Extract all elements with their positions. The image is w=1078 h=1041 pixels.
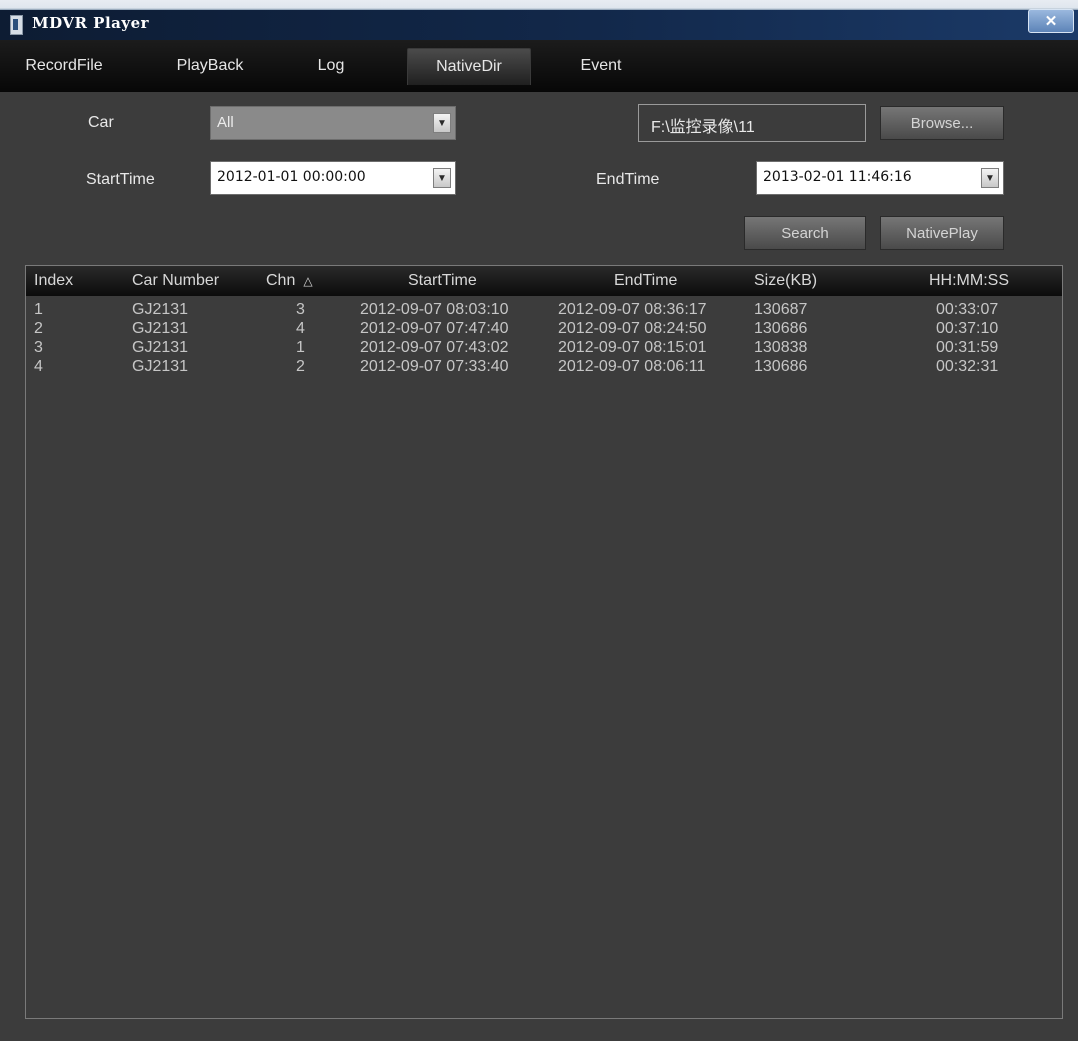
cell-size: 130838 bbox=[754, 339, 808, 356]
title-bar: MDVR Player ✕ bbox=[0, 0, 1078, 40]
browse-button[interactable]: Browse... bbox=[880, 106, 1004, 140]
tab-bar: RecordFile PlayBack Log NativeDir Event bbox=[0, 40, 1078, 92]
column-header-duration[interactable]: HH:MM:SS bbox=[929, 272, 1009, 290]
chevron-down-icon[interactable]: ▼ bbox=[433, 168, 451, 188]
column-header-endtime[interactable]: EndTime bbox=[614, 272, 677, 290]
end-time-label: EndTime bbox=[596, 171, 660, 188]
cell-size: 130686 bbox=[754, 358, 808, 375]
cell-duration: 00:31:59 bbox=[936, 339, 999, 356]
tab-nativedir[interactable]: NativeDir bbox=[407, 48, 531, 85]
cell-car-number: GJ2131 bbox=[132, 320, 189, 337]
cell-index: 3 bbox=[34, 339, 43, 356]
cell-start-time: 2012-09-07 07:43:02 bbox=[360, 339, 509, 356]
column-header-chn-label: Chn bbox=[266, 272, 296, 289]
close-icon: ✕ bbox=[1044, 13, 1058, 30]
cell-end-time: 2012-09-07 08:24:50 bbox=[558, 320, 707, 337]
column-header-starttime[interactable]: StartTime bbox=[408, 272, 477, 290]
cell-index: 4 bbox=[34, 358, 43, 375]
tab-playback[interactable]: PlayBack bbox=[160, 48, 260, 84]
cell-chn: 1 bbox=[296, 339, 305, 356]
cell-size: 130686 bbox=[754, 320, 808, 337]
cell-duration: 00:32:31 bbox=[936, 358, 999, 375]
car-select-value: All bbox=[217, 114, 234, 131]
cell-car-number: GJ2131 bbox=[132, 301, 189, 318]
column-header-index[interactable]: Index bbox=[34, 272, 73, 290]
directory-path-field[interactable]: F:\监控录像\11 bbox=[638, 104, 866, 142]
car-select[interactable]: All ▼ bbox=[210, 106, 456, 140]
start-time-value: 2012-01-01 00:00:00 bbox=[217, 169, 366, 185]
window-title: MDVR Player bbox=[32, 14, 150, 32]
end-time-picker[interactable]: 2013-02-01 11:46:16 ▼ bbox=[756, 161, 1004, 195]
column-header-car-number[interactable]: Car Number bbox=[132, 272, 219, 290]
cell-start-time: 2012-09-07 07:33:40 bbox=[360, 358, 509, 375]
chevron-down-icon[interactable]: ▼ bbox=[981, 168, 999, 188]
tab-log[interactable]: Log bbox=[306, 48, 356, 84]
cell-index: 1 bbox=[34, 301, 43, 318]
cell-size: 130687 bbox=[754, 301, 808, 318]
cell-end-time: 2012-09-07 08:36:17 bbox=[558, 301, 707, 318]
tab-event[interactable]: Event bbox=[566, 48, 636, 84]
cell-end-time: 2012-09-07 08:15:01 bbox=[558, 339, 707, 356]
cell-car-number: GJ2131 bbox=[132, 358, 189, 375]
cell-start-time: 2012-09-07 07:47:40 bbox=[360, 320, 509, 337]
file-list-table[interactable]: Index Car Number Chn △ StartTime EndTime … bbox=[25, 265, 1063, 1019]
cell-index: 2 bbox=[34, 320, 43, 337]
cell-chn: 3 bbox=[296, 301, 305, 318]
cell-duration: 00:37:10 bbox=[936, 320, 999, 337]
search-button[interactable]: Search bbox=[744, 216, 866, 250]
sort-ascending-icon: △ bbox=[303, 274, 313, 288]
cell-duration: 00:33:07 bbox=[936, 301, 999, 318]
start-time-label: StartTime bbox=[86, 171, 155, 188]
tab-recordfile[interactable]: RecordFile bbox=[14, 48, 114, 84]
car-label: Car bbox=[88, 114, 114, 131]
app-icon bbox=[10, 15, 23, 35]
table-header: Index Car Number Chn △ StartTime EndTime … bbox=[26, 266, 1062, 296]
cell-chn: 2 bbox=[296, 358, 305, 375]
cell-chn: 4 bbox=[296, 320, 305, 337]
chevron-down-icon[interactable]: ▼ bbox=[433, 113, 451, 133]
nativeplay-button[interactable]: NativePlay bbox=[880, 216, 1004, 250]
close-button[interactable]: ✕ bbox=[1028, 9, 1074, 33]
start-time-picker[interactable]: 2012-01-01 00:00:00 ▼ bbox=[210, 161, 456, 195]
cell-car-number: GJ2131 bbox=[132, 339, 189, 356]
end-time-value: 2013-02-01 11:46:16 bbox=[763, 169, 912, 185]
cell-end-time: 2012-09-07 08:06:11 bbox=[558, 358, 706, 375]
column-header-chn[interactable]: Chn △ bbox=[266, 272, 313, 290]
column-header-size[interactable]: Size(KB) bbox=[754, 272, 817, 290]
title-bar-body bbox=[0, 10, 1078, 40]
cell-start-time: 2012-09-07 08:03:10 bbox=[360, 301, 509, 318]
directory-path-value: F:\监控录像\11 bbox=[651, 119, 755, 136]
